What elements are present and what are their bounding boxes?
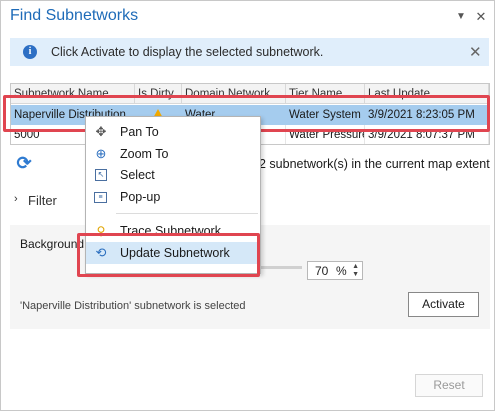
options-dropdown-icon[interactable]: ▼: [454, 10, 468, 24]
refresh-icon[interactable]: ⟳: [14, 153, 34, 173]
dismiss-info-icon[interactable]: ✕: [469, 43, 482, 61]
info-icon: i: [23, 45, 37, 59]
menu-item-zoom-to[interactable]: ⊕ Zoom To: [86, 143, 260, 165]
spin-up-icon[interactable]: ▲: [352, 263, 359, 270]
menu-item-pan-to[interactable]: ✥ Pan To: [86, 121, 260, 143]
spin-down-icon[interactable]: ▼: [352, 271, 359, 278]
menu-item-label: Update Subnetwork: [120, 246, 230, 260]
menu-item-label: Select: [120, 168, 155, 182]
menu-item-label: Trace Subnetwork: [120, 224, 221, 238]
find-subnetworks-pane: Find Subnetworks ▼ ✕ i Click Activate to…: [0, 0, 495, 411]
menu-item-trace-subnetwork[interactable]: ⚲ Trace Subnetwork: [86, 220, 260, 242]
popup-icon: ≡: [94, 192, 107, 203]
reset-button[interactable]: Reset: [415, 374, 483, 397]
menu-item-update-subnetwork[interactable]: ⟲ Update Subnetwork: [86, 242, 260, 264]
column-header-tier-name[interactable]: Tier Name: [286, 84, 365, 103]
pane-title: Find Subnetworks: [10, 7, 139, 24]
info-message-text: Click Activate to display the selected s…: [51, 45, 324, 59]
menu-item-label: Pan To: [120, 125, 159, 139]
close-pane-icon[interactable]: ✕: [474, 10, 488, 24]
column-header-is-dirty[interactable]: Is Dirty: [135, 84, 182, 103]
cell-tier-name: Water Pressure: [286, 125, 365, 144]
column-header-domain-network[interactable]: Domain Network: [182, 84, 286, 103]
zoom-in-icon: ⊕: [95, 146, 107, 161]
trace-icon: ⚲: [96, 224, 106, 238]
background-label: Background: [20, 237, 85, 251]
select-icon: ↖: [95, 169, 107, 181]
menu-item-label: Pop-up: [120, 190, 161, 204]
background-percent-unit: %: [336, 264, 347, 278]
menu-item-pop-up[interactable]: ≡ Pop-up: [86, 186, 260, 208]
subnetwork-count-text: 2 subnetwork(s) in the current map exten…: [259, 157, 490, 171]
cell-last-update: 3/9/2021 8:23:05 PM: [368, 109, 475, 121]
row-context-menu: ✥ Pan To ⊕ Zoom To ↖ Select ≡ Pop-up ⚲ T…: [85, 116, 261, 274]
activate-button[interactable]: Activate: [408, 292, 479, 317]
background-percent-spinner[interactable]: 70 % ▲ ▼: [307, 261, 363, 280]
filter-label: Filter: [28, 193, 57, 208]
chevron-right-icon: ›: [14, 193, 18, 205]
column-header-last-update[interactable]: Last Update: [365, 84, 489, 103]
update-icon: ⟲: [95, 245, 107, 260]
pan-icon: ✥: [95, 124, 107, 139]
column-header-subnetwork-name[interactable]: Subnetwork Name: [11, 84, 135, 103]
menu-separator: [116, 213, 258, 214]
cell-last-update: 3/9/2021 8:07:37 PM: [365, 125, 489, 144]
menu-item-label: Zoom To: [120, 147, 169, 161]
menu-item-select[interactable]: ↖ Select: [86, 164, 260, 186]
info-message-bar: i Click Activate to display the selected…: [10, 38, 489, 66]
table-header: Subnetwork Name Is Dirty Domain Network …: [11, 84, 489, 104]
title-bar: Find Subnetworks ▼ ✕: [1, 1, 494, 35]
selection-status-text: 'Naperville Distribution' subnetwork is …: [20, 300, 246, 312]
background-percent-value[interactable]: 70: [315, 264, 328, 278]
cell-tier-name: Water System: [289, 109, 361, 121]
